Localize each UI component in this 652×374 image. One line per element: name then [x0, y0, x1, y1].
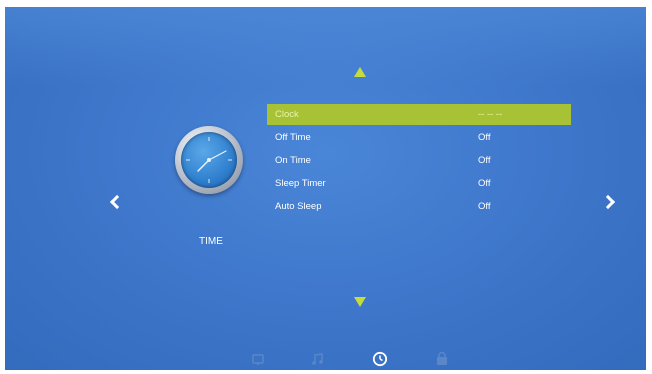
menu-item-on-time[interactable]: On Time Off [267, 150, 571, 173]
triangle-up-icon[interactable] [354, 67, 366, 77]
menu-item-value: Off [478, 132, 491, 143]
chevron-right-icon[interactable] [600, 194, 616, 210]
clock-face [181, 132, 237, 188]
bottom-tab-bar [5, 351, 646, 370]
menu-item-value: -- -- -- [478, 109, 503, 120]
lock-icon[interactable] [434, 351, 450, 367]
menu-item-off-time[interactable]: Off Time Off [267, 127, 571, 150]
menu-item-label: Off Time [275, 132, 311, 143]
clock-icon [175, 126, 243, 194]
section-title: TIME [199, 236, 223, 247]
picture-icon[interactable] [250, 351, 266, 367]
menu-item-auto-sleep[interactable]: Auto Sleep Off [267, 196, 571, 219]
menu-item-label: On Time [275, 155, 311, 166]
sound-icon[interactable] [310, 351, 326, 367]
menu-item-clock[interactable]: Clock -- -- -- [267, 104, 571, 127]
menu-item-sleep-timer[interactable]: Sleep Timer Off [267, 173, 571, 196]
time-settings-menu: Clock -- -- -- Off Time Off On Time Off … [267, 104, 571, 219]
menu-item-value: Off [478, 201, 491, 212]
menu-item-label: Sleep Timer [275, 178, 326, 189]
menu-item-label: Clock [275, 109, 299, 120]
menu-item-label: Auto Sleep [275, 201, 322, 212]
clock-hands [186, 137, 232, 183]
chevron-left-icon[interactable] [109, 194, 125, 210]
selection-highlight [267, 104, 571, 125]
tv-menu-screen: TIME Clock -- -- -- Off Time Off On Time… [5, 7, 646, 370]
time-icon[interactable] [372, 351, 388, 367]
menu-item-value: Off [478, 155, 491, 166]
triangle-down-icon[interactable] [354, 297, 366, 307]
menu-item-value: Off [478, 178, 491, 189]
